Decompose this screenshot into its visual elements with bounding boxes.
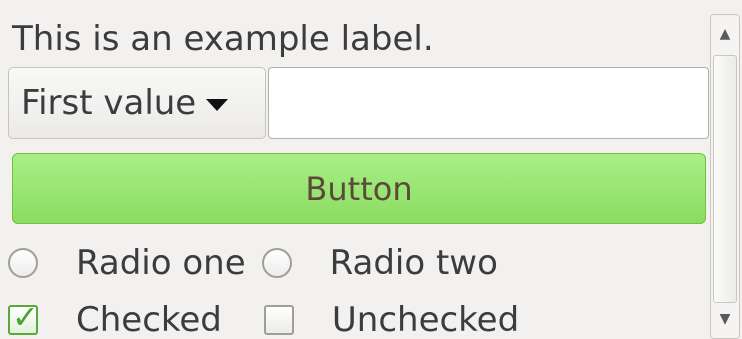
arrow-down-icon[interactable]: ▼ <box>711 302 739 336</box>
radio-two-label[interactable]: Radio two <box>330 243 498 283</box>
unchecked-checkbox[interactable] <box>263 305 294 335</box>
unchecked-label[interactable]: Unchecked <box>332 300 519 339</box>
arrow-up-icon[interactable]: ▲ <box>711 17 739 51</box>
checked-checkbox[interactable]: ✓ <box>8 298 39 336</box>
dropdown-arrow-icon <box>206 99 229 111</box>
radio-one-label[interactable]: Radio one <box>76 243 246 283</box>
value-dropdown[interactable]: First value <box>8 67 266 139</box>
radio-group: Radio one Radio two <box>8 238 498 288</box>
widget-demo-window: This is an example label. First value Bu… <box>0 0 742 339</box>
checkmark-icon: ✓ <box>12 298 39 336</box>
main-button[interactable]: Button <box>12 153 706 224</box>
checked-label[interactable]: Checked <box>76 300 222 339</box>
radio-two-circle[interactable] <box>261 248 292 278</box>
vertical-scrollbar[interactable]: ▲ ▼ <box>710 14 740 339</box>
button-label: Button <box>305 169 413 208</box>
dropdown-selected-value: First value <box>21 83 197 123</box>
scrollbar-thumb[interactable] <box>713 55 737 303</box>
radio-one-circle[interactable] <box>8 248 38 278</box>
text-entry-field[interactable] <box>268 67 709 139</box>
example-label: This is an example label. <box>12 19 434 59</box>
checkbox-group: ✓ Checked Unchecked <box>8 295 519 339</box>
